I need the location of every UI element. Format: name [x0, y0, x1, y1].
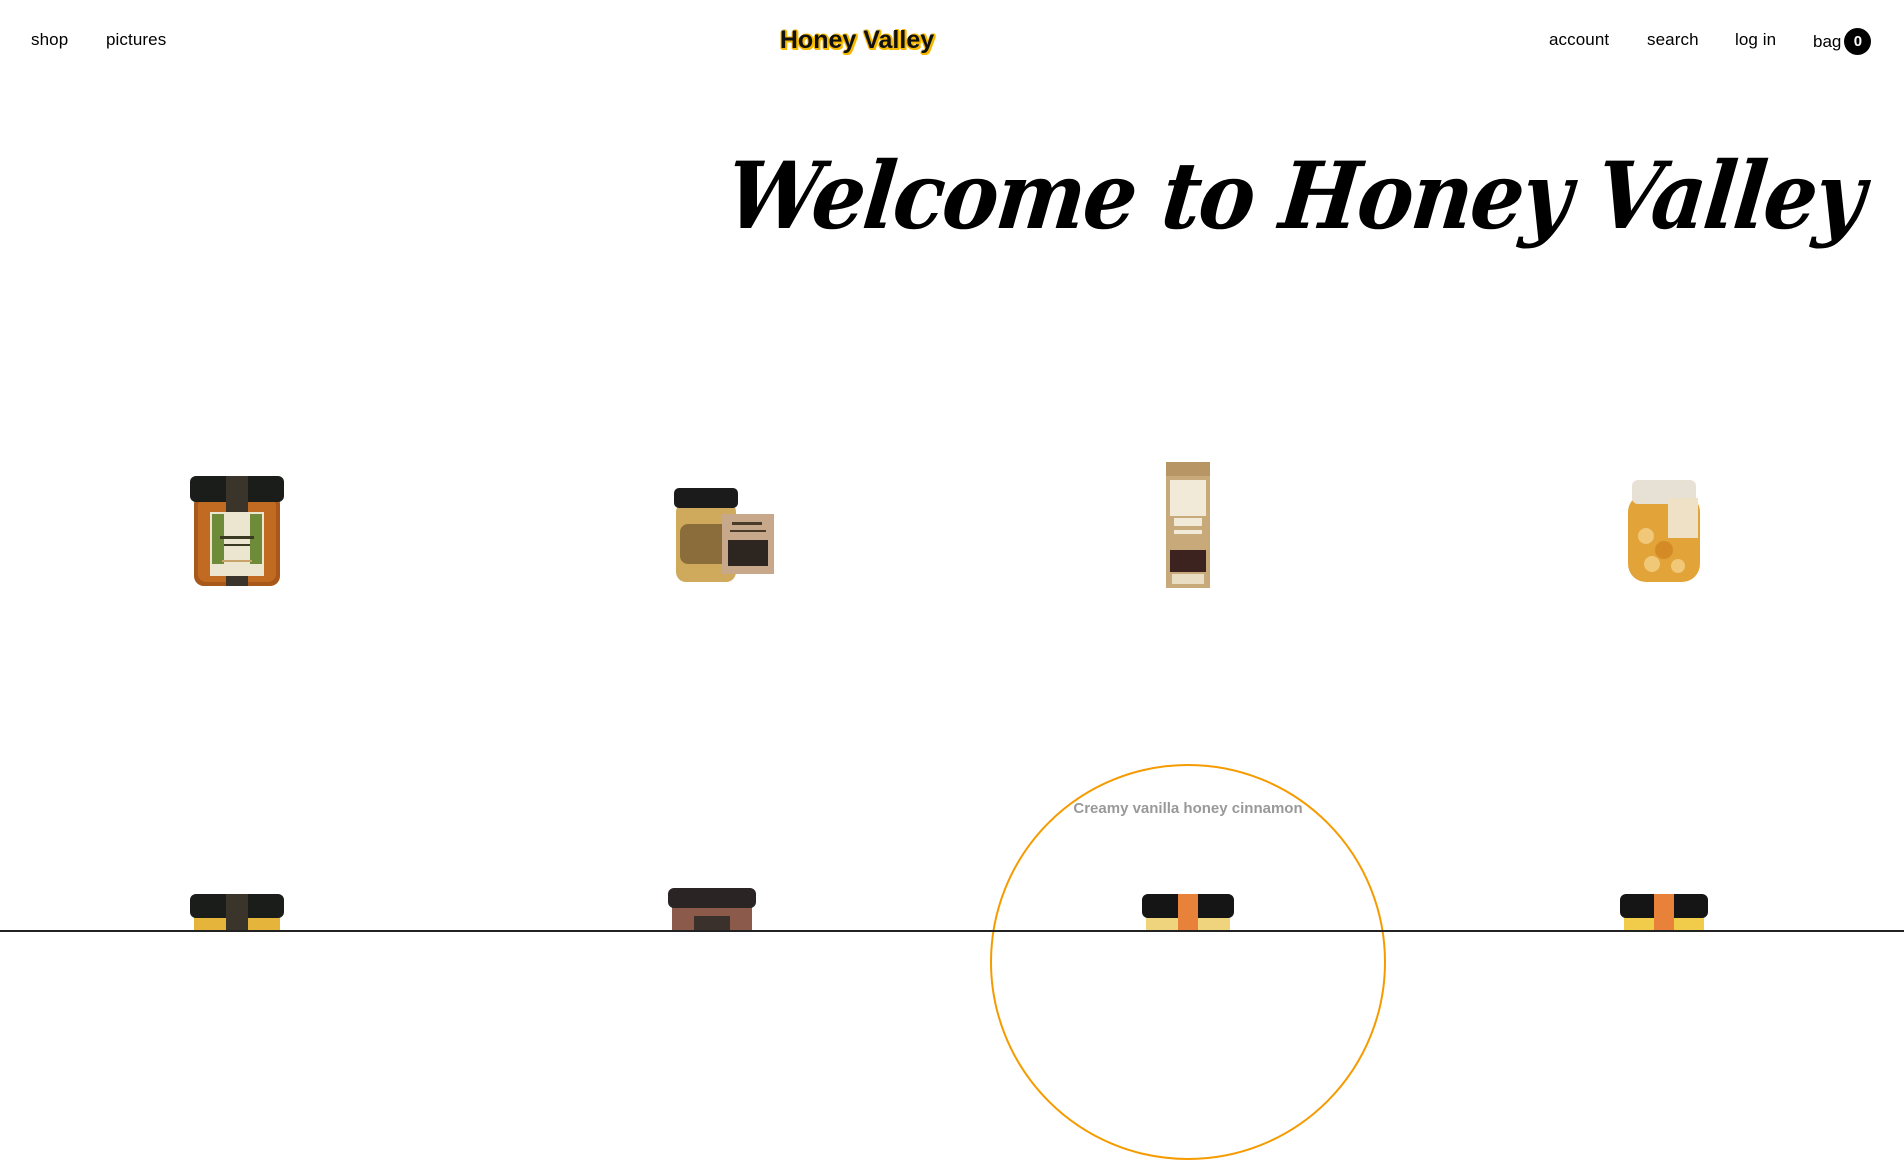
product-card[interactable]: [670, 484, 782, 592]
bag-count-badge: 0: [1844, 28, 1872, 55]
hero-welcome-heading: Welcome to Honey Valley: [721, 141, 1869, 251]
nav-account-link[interactable]: account: [1549, 30, 1609, 50]
nav-search-link[interactable]: search: [1647, 30, 1699, 50]
nav-login-link[interactable]: log in: [1735, 30, 1776, 50]
product-card[interactable]: [190, 474, 284, 588]
bag-label: bag: [1813, 31, 1842, 51]
honey-jar-image: [1628, 480, 1700, 582]
brand-logo-link[interactable]: Honey Valley: [0, 26, 1714, 55]
honey-jar-image: [190, 894, 284, 932]
top-navigation: shop pictures Honey Valley account searc…: [0, 0, 1904, 84]
product-card[interactable]: [1620, 892, 1708, 932]
product-card[interactable]: [1164, 460, 1212, 590]
honey-jar-image: [1142, 894, 1234, 932]
bag-button[interactable]: bag 0: [1813, 28, 1872, 55]
product-card[interactable]: [1142, 892, 1234, 932]
product-card[interactable]: [190, 892, 284, 932]
honey-jar-image: [674, 488, 774, 582]
honey-bag-image: [1166, 462, 1210, 588]
product-hover-ring: [990, 764, 1386, 1160]
honey-jar-image: [668, 888, 756, 932]
honey-jar-image: [1620, 894, 1708, 932]
product-card[interactable]: [1624, 476, 1704, 584]
honey-jar-image: [190, 476, 284, 586]
product-card[interactable]: [668, 886, 756, 932]
hover-product-title[interactable]: Creamy vanilla honey cinnamon: [1000, 800, 1376, 817]
